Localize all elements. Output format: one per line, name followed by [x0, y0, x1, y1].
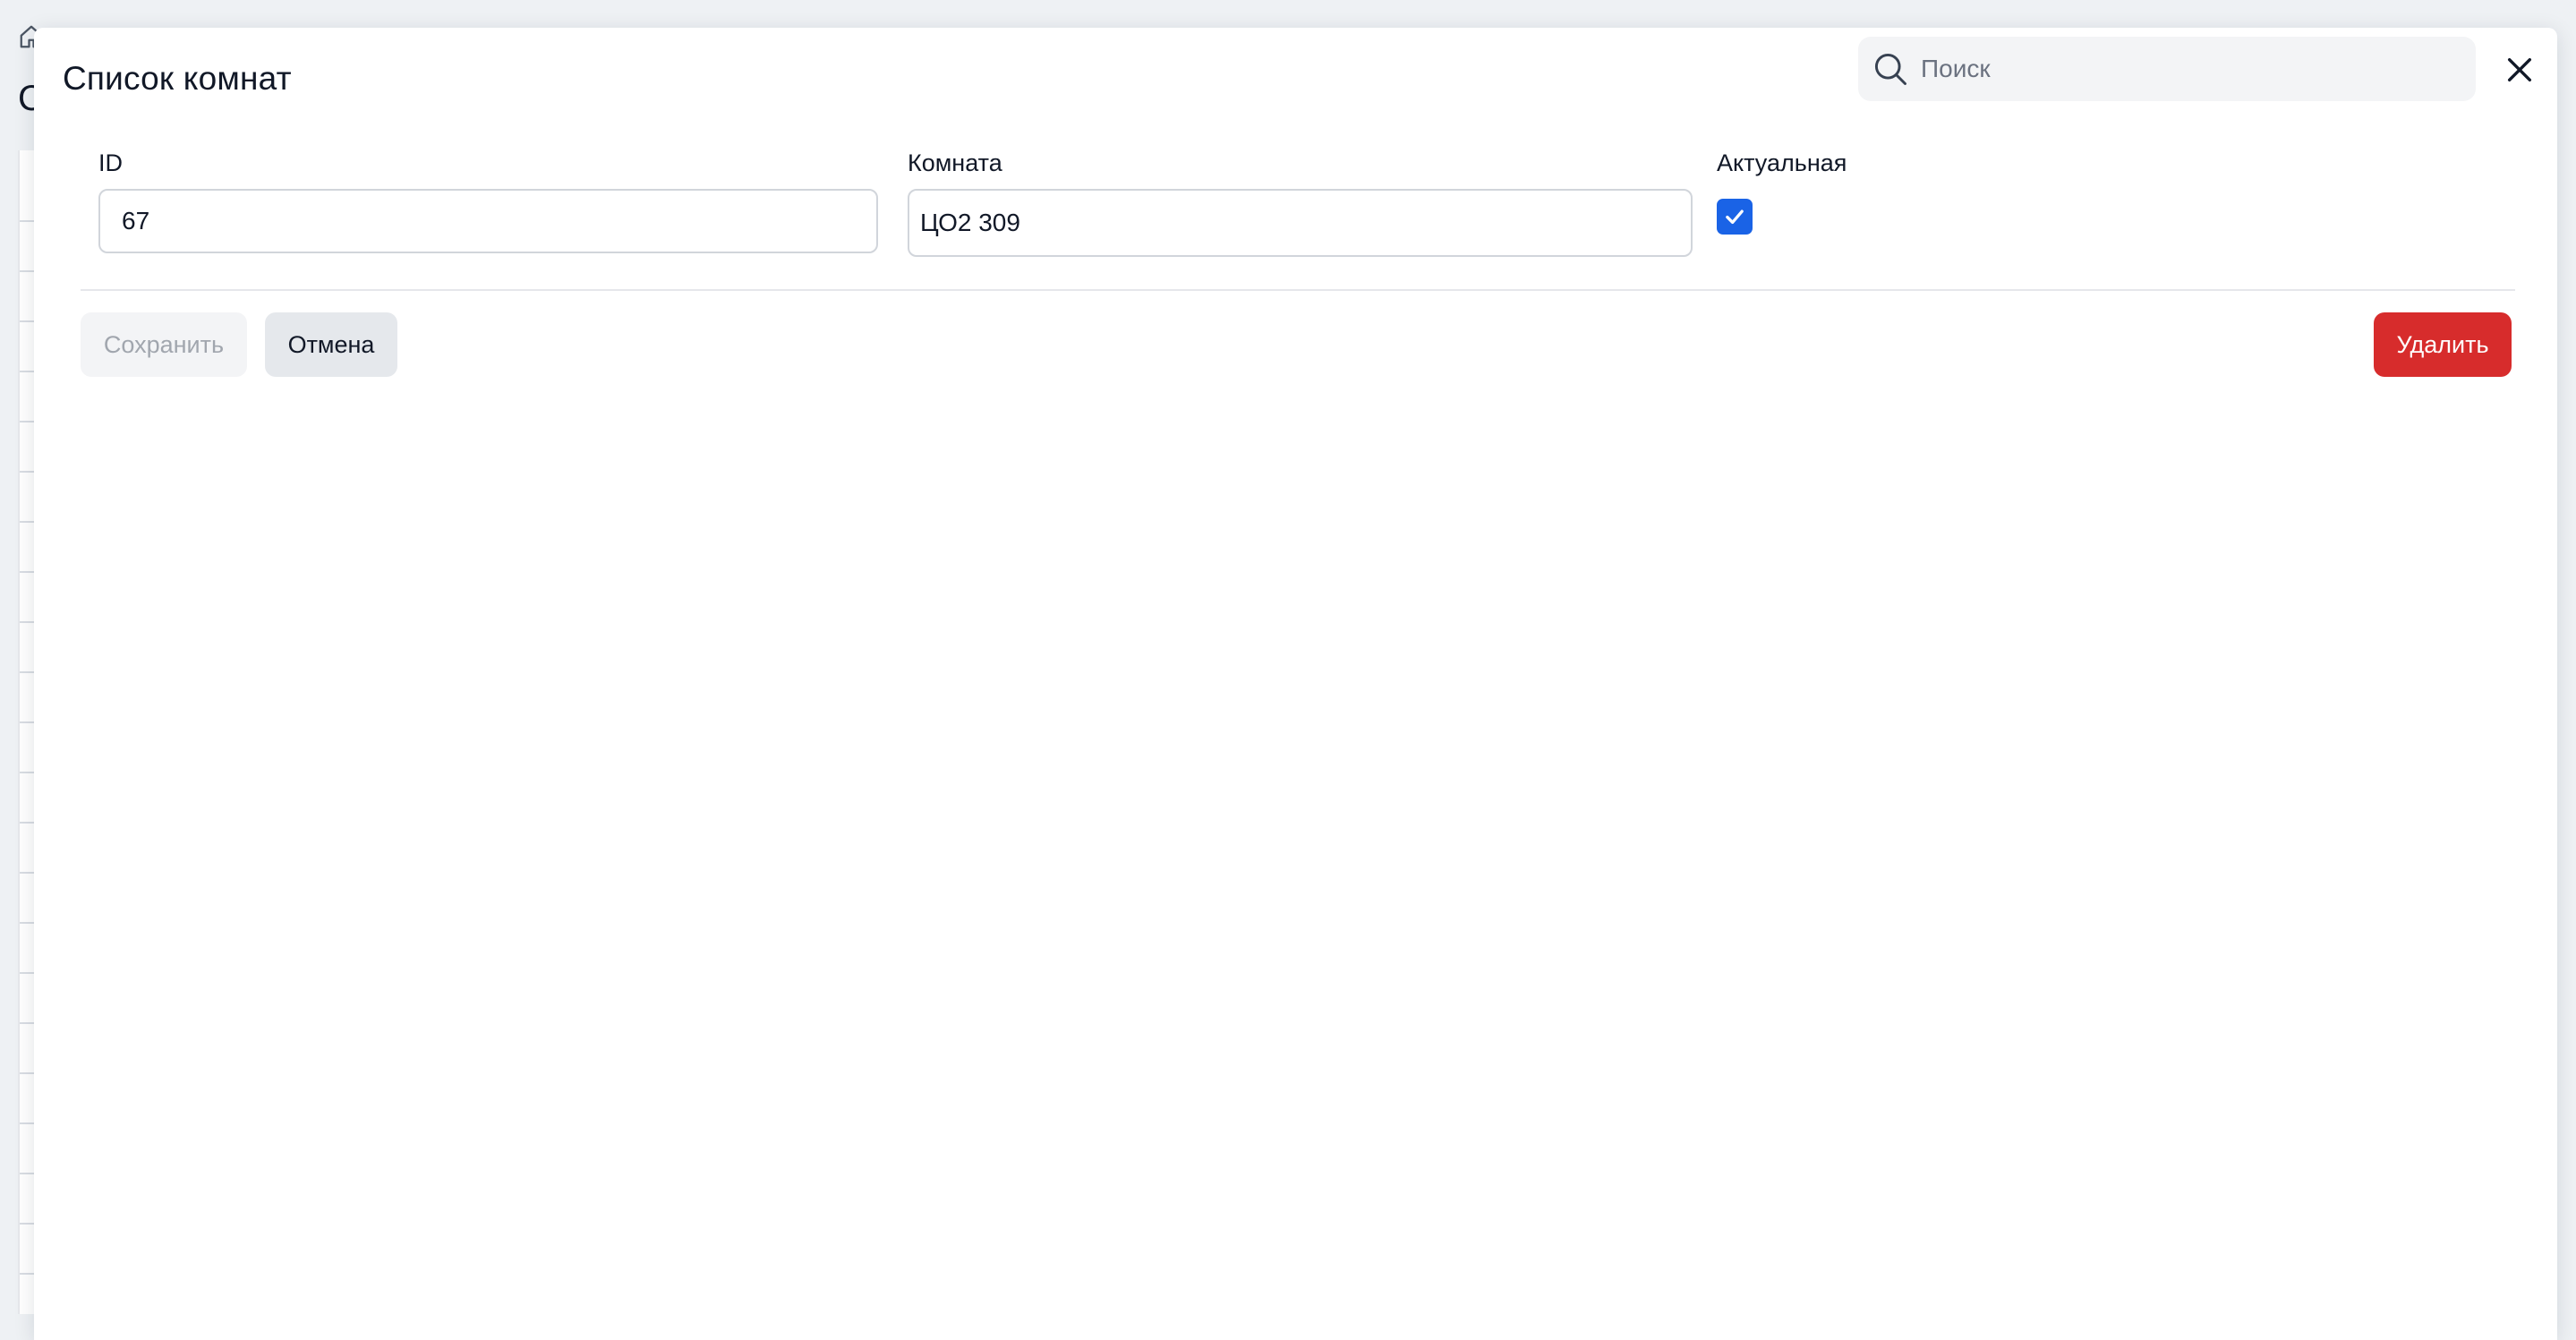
room-field[interactable] — [908, 189, 1693, 257]
save-button[interactable]: Сохранить — [81, 312, 247, 377]
id-label: ID — [98, 149, 123, 176]
modal-title: Список комнат — [63, 60, 292, 97]
room-list-modal: Список комнат ID Комната Актуальная Сохр… — [34, 28, 2557, 1340]
close-icon — [2507, 57, 2532, 82]
form-divider — [81, 289, 2515, 291]
room-label: Комната — [908, 149, 1002, 176]
id-field[interactable] — [98, 189, 878, 253]
search-icon — [1874, 53, 1906, 85]
close-button[interactable] — [2501, 51, 2538, 89]
checkmark-icon — [1726, 209, 1744, 225]
cancel-button[interactable]: Отмена — [265, 312, 397, 377]
delete-button[interactable]: Удалить — [2374, 312, 2512, 377]
search-input[interactable] — [1919, 41, 2460, 97]
search-box[interactable] — [1858, 37, 2476, 101]
active-checkbox[interactable] — [1717, 199, 1753, 235]
active-label: Актуальная — [1717, 149, 1847, 176]
